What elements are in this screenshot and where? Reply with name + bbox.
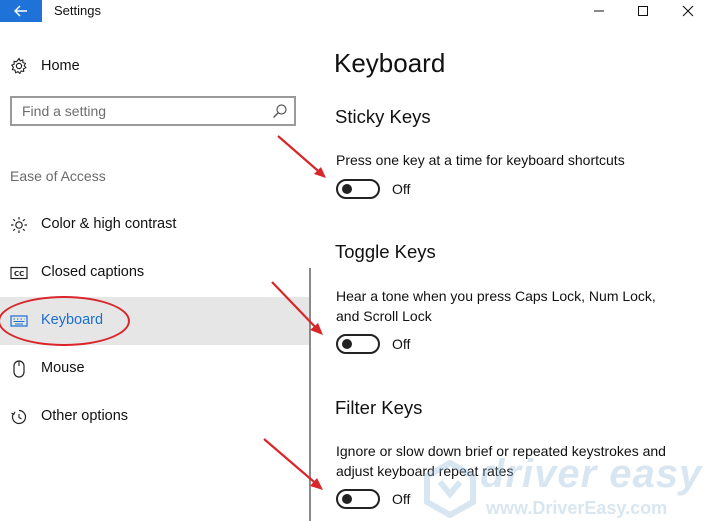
page-title: Keyboard — [334, 48, 446, 78]
closed-captions-icon: CC — [9, 263, 29, 283]
filter-keys-description: Ignore or slow down brief or repeated ke… — [336, 443, 666, 479]
sticky-keys-toggle[interactable] — [336, 179, 380, 199]
sidebar-item-closed-captions[interactable]: CC Closed captions — [0, 249, 310, 297]
brightness-icon — [9, 215, 29, 235]
sidebar-item-color-high-contrast[interactable]: Color & high contrast — [0, 201, 310, 249]
sidebar-divider — [309, 268, 311, 521]
sidebar-item-other-options[interactable]: Other options — [0, 393, 310, 441]
other-options-icon — [9, 407, 29, 427]
minimize-icon — [594, 10, 604, 12]
toggle-keys-description: Hear a tone when you press Caps Lock, Nu… — [336, 288, 656, 324]
home-label: Home — [41, 58, 80, 74]
filter-keys-toggle-state: Off — [392, 491, 411, 507]
sticky-keys-title: Sticky Keys — [335, 106, 431, 127]
filter-keys-toggle[interactable] — [336, 489, 380, 509]
section-label: Ease of Access — [10, 168, 106, 184]
toggle-keys-title: Toggle Keys — [335, 241, 436, 262]
toggle-knob — [342, 494, 352, 504]
sidebar-item-home[interactable]: Home — [0, 52, 300, 80]
gear-icon — [9, 56, 29, 76]
maximize-button[interactable] — [620, 0, 666, 22]
search-box[interactable] — [10, 96, 296, 126]
title-bar: Settings — [0, 0, 714, 22]
mouse-icon — [9, 359, 29, 379]
sticky-keys-description: Press one key at a time for keyboard sho… — [336, 152, 625, 168]
close-button[interactable] — [665, 0, 711, 22]
sidebar: Home Ease of Access Color & high contras… — [0, 22, 310, 521]
sidebar-item-label: Other options — [41, 408, 129, 424]
main-content: Keyboard Sticky Keys Press one key at a … — [334, 22, 714, 521]
sidebar-item-label: Mouse — [41, 360, 85, 376]
back-button[interactable] — [0, 0, 42, 22]
toggle-knob — [342, 184, 352, 194]
sticky-keys-toggle-state: Off — [392, 181, 411, 197]
sidebar-item-label: Closed captions — [41, 264, 145, 280]
sidebar-item-label: Keyboard — [41, 312, 104, 328]
toggle-knob — [342, 339, 352, 349]
search-input[interactable] — [22, 102, 262, 120]
close-icon — [682, 5, 694, 17]
sidebar-item-keyboard[interactable]: Keyboard — [0, 297, 310, 345]
svg-text:CC: CC — [14, 270, 24, 278]
maximize-icon — [638, 6, 648, 16]
keyboard-icon — [9, 311, 29, 331]
minimize-button[interactable] — [576, 0, 622, 22]
toggle-keys-toggle[interactable] — [336, 334, 380, 354]
window-title: Settings — [54, 3, 101, 18]
filter-keys-title: Filter Keys — [335, 397, 423, 418]
settings-window: Settings Home Find a setting Ease of Acc… — [0, 0, 714, 521]
toggle-keys-toggle-state: Off — [392, 336, 411, 352]
sidebar-item-mouse[interactable]: Mouse — [0, 345, 310, 393]
back-arrow-icon — [14, 5, 27, 17]
sidebar-item-label: Color & high contrast — [41, 216, 177, 232]
search-icon[interactable] — [272, 103, 288, 119]
